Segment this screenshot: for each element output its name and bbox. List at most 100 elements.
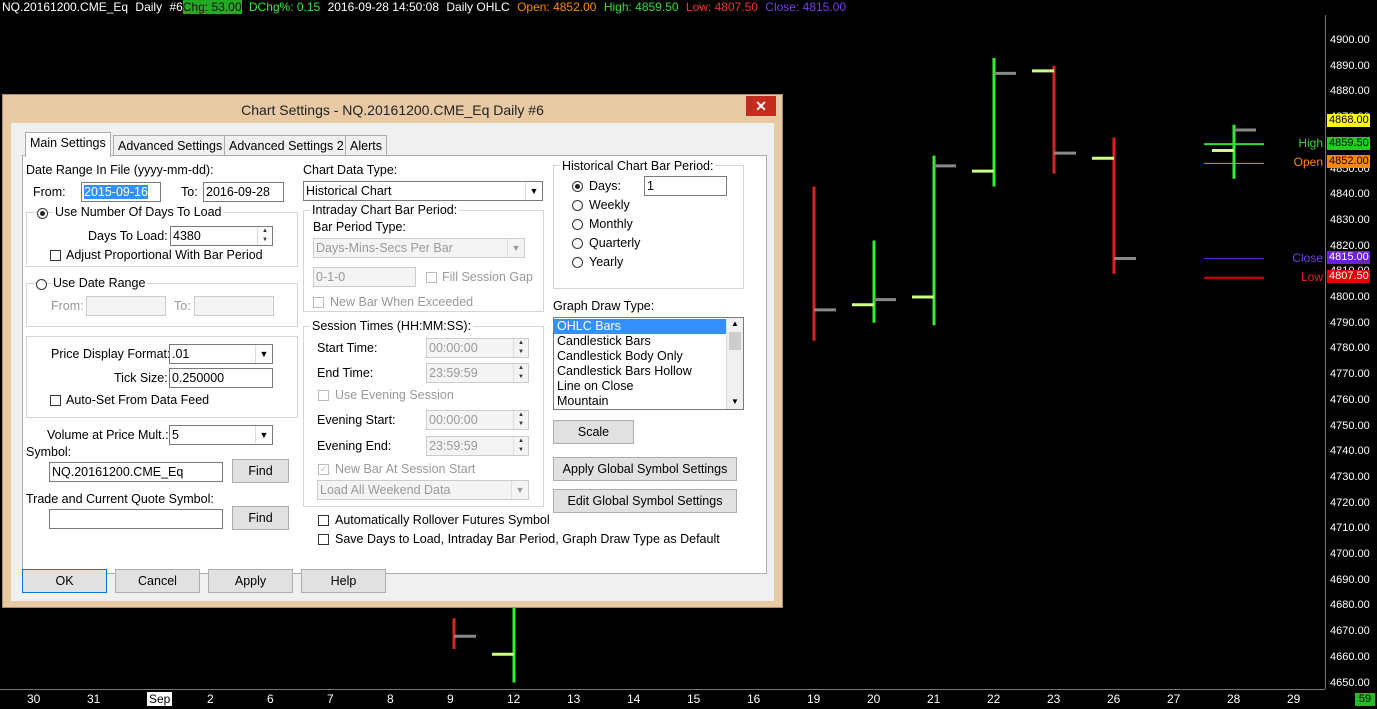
edit-global-button[interactable]: Edit Global Symbol Settings — [553, 489, 737, 513]
bar-period-field[interactable]: 0-1-0 — [313, 267, 416, 287]
hist-quarterly-radio[interactable] — [572, 238, 583, 249]
trade-symbol-label: Trade and Current Quote Symbol: — [26, 492, 214, 506]
cancel-button[interactable]: Cancel — [115, 569, 200, 593]
hist-monthly-radio[interactable] — [572, 219, 583, 230]
to-date-field[interactable]: 2016-09-28 — [203, 182, 284, 202]
chart-data-type-select[interactable]: Historical Chart ▼ — [303, 181, 543, 201]
price-tick-label: 4660.00 — [1330, 650, 1370, 663]
high-label: High — [1298, 136, 1323, 150]
graph-draw-item[interactable]: Candlestick Bars — [554, 334, 743, 349]
hist-quarterly-label: Quarterly — [589, 236, 641, 250]
highlight-price-marker: 4868.00 — [1327, 114, 1370, 127]
hist-weekly-label: Weekly — [589, 198, 630, 212]
price-display-select[interactable]: .01 ▼ — [169, 344, 273, 364]
new-bar-session-checkbox[interactable]: ✓ — [318, 464, 329, 475]
trade-symbol-find-button[interactable]: Find — [232, 506, 289, 530]
intraday-group-label: Intraday Chart Bar Period: — [310, 203, 460, 217]
tab-advanced-settings[interactable]: Advanced Settings — [113, 135, 228, 156]
symbol-find-button[interactable]: Find — [232, 459, 289, 483]
start-time-label: Start Time: — [317, 341, 378, 355]
symbol-field[interactable]: NQ.20161200.CME_Eq — [49, 462, 223, 482]
start-time-field[interactable]: 00:00:00 ▲ ▼ — [426, 338, 529, 358]
dialog-titlebar[interactable]: Chart Settings - NQ.20161200.CME_Eq Dail… — [3, 95, 782, 123]
use-days-radio[interactable] — [37, 208, 48, 219]
chart-data-type-value: Historical Chart — [306, 184, 392, 198]
price-display-value: .01 — [172, 347, 190, 361]
hist-days-field[interactable]: 1 — [644, 176, 727, 196]
price-tick-label: 4820.00 — [1330, 239, 1370, 252]
apply-button[interactable]: Apply — [208, 569, 293, 593]
fill-gap-checkbox[interactable] — [426, 272, 437, 283]
graph-draw-item[interactable]: Candlestick Bars Hollow — [554, 364, 743, 379]
help-button[interactable]: Help — [301, 569, 386, 593]
evening-end-field[interactable]: 23:59:59 ▲ ▼ — [426, 436, 529, 456]
time-tick-label: 15 — [687, 692, 701, 706]
price-axis-line — [1325, 15, 1326, 689]
high-marker: 4859.50 — [1327, 137, 1370, 150]
hist-yearly-label: Yearly — [589, 255, 624, 269]
tick-size-field[interactable]: 0.250000 — [169, 368, 273, 388]
scroll-up-icon[interactable]: ▲ — [727, 318, 743, 330]
list-scrollbar[interactable]: ▲ ▼ — [726, 318, 743, 409]
bar-period-type-select[interactable]: Days-Mins-Secs Per Bar ▼ — [313, 238, 525, 258]
dr-from-field[interactable] — [86, 296, 166, 316]
graph-draw-item[interactable]: Candlestick Body Only — [554, 349, 743, 364]
end-time-spinner-icon[interactable]: ▲ ▼ — [513, 364, 528, 382]
weekend-data-value: Load All Weekend Data — [320, 483, 451, 497]
scroll-thumb[interactable] — [729, 332, 741, 350]
to-label: To: — [181, 185, 198, 199]
hist-monthly-label: Monthly — [589, 217, 633, 231]
open-label: Open — [1293, 155, 1323, 169]
rollover-label: Automatically Rollover Futures Symbol — [335, 513, 550, 527]
close-button[interactable]: ✕ — [746, 96, 776, 116]
new-bar-exceeded-checkbox[interactable] — [313, 297, 324, 308]
chevron-down-icon: ▼ — [255, 345, 272, 363]
hist-days-radio[interactable] — [572, 181, 583, 192]
from-date-field[interactable]: 2015-09-16 — [81, 182, 161, 202]
apply-global-button[interactable]: Apply Global Symbol Settings — [553, 457, 737, 481]
time-tick-label: 16 — [747, 692, 761, 706]
adjust-proportional-checkbox[interactable] — [50, 250, 61, 261]
new-bar-exceeded-label: New Bar When Exceeded — [330, 295, 474, 309]
weekend-data-select[interactable]: Load All Weekend Data ▼ — [317, 480, 529, 500]
rollover-checkbox[interactable] — [318, 515, 329, 526]
end-time-label: End Time: — [317, 366, 374, 380]
time-tick-label: 29 — [1287, 692, 1301, 706]
main-settings-panel: Date Range In File (yyyy-mm-dd): From: 2… — [22, 155, 767, 574]
scale-button[interactable]: Scale — [553, 420, 634, 444]
end-time-field[interactable]: 23:59:59 ▲ ▼ — [426, 363, 529, 383]
evening-start-field[interactable]: 00:00:00 ▲ ▼ — [426, 410, 529, 430]
evening-start-spinner-icon[interactable]: ▲ ▼ — [513, 411, 528, 429]
hist-yearly-radio[interactable] — [572, 257, 583, 268]
graph-draw-item[interactable]: Line on Close — [554, 379, 743, 394]
graph-draw-item[interactable]: Mountain — [554, 394, 743, 409]
evening-end-spinner-icon[interactable]: ▲ ▼ — [513, 437, 528, 455]
use-evening-label: Use Evening Session — [335, 388, 454, 402]
graph-draw-item[interactable]: OHLC Bars — [554, 319, 743, 334]
days-to-load-label: Days To Load: — [88, 229, 168, 243]
trade-symbol-field[interactable] — [49, 509, 223, 529]
end-time-value: 23:59:59 — [429, 366, 478, 380]
use-evening-checkbox[interactable] — [318, 390, 329, 401]
tab-advanced-settings-2[interactable]: Advanced Settings 2 — [224, 135, 349, 156]
time-tick-label: 9 — [447, 692, 454, 706]
days-spinner-icon[interactable]: ▲ ▼ — [257, 227, 272, 245]
tab-alerts[interactable]: Alerts — [345, 135, 387, 156]
ok-button[interactable]: OK — [22, 569, 107, 593]
time-tick-label: Sep — [147, 692, 173, 706]
vap-select[interactable]: 5 ▼ — [169, 425, 273, 445]
hist-weekly-radio[interactable] — [572, 200, 583, 211]
save-default-checkbox[interactable] — [318, 534, 329, 545]
tab-main-settings[interactable]: Main Settings — [25, 132, 111, 157]
auto-set-checkbox[interactable] — [50, 395, 61, 406]
time-tick-label: 21 — [927, 692, 941, 706]
scroll-down-icon[interactable]: ▼ — [727, 396, 743, 408]
use-date-range-radio[interactable] — [36, 279, 47, 290]
start-time-spinner-icon[interactable]: ▲ ▼ — [513, 339, 528, 357]
close-marker: 4815.00 — [1327, 251, 1370, 264]
dr-to-field[interactable] — [194, 296, 274, 316]
dr-to-label: To: — [174, 299, 191, 313]
graph-draw-list[interactable]: OHLC Bars Candlestick Bars Candlestick B… — [553, 317, 744, 410]
price-tick-label: 4720.00 — [1330, 496, 1370, 509]
days-to-load-field[interactable]: 4380 ▲ ▼ — [170, 226, 273, 246]
